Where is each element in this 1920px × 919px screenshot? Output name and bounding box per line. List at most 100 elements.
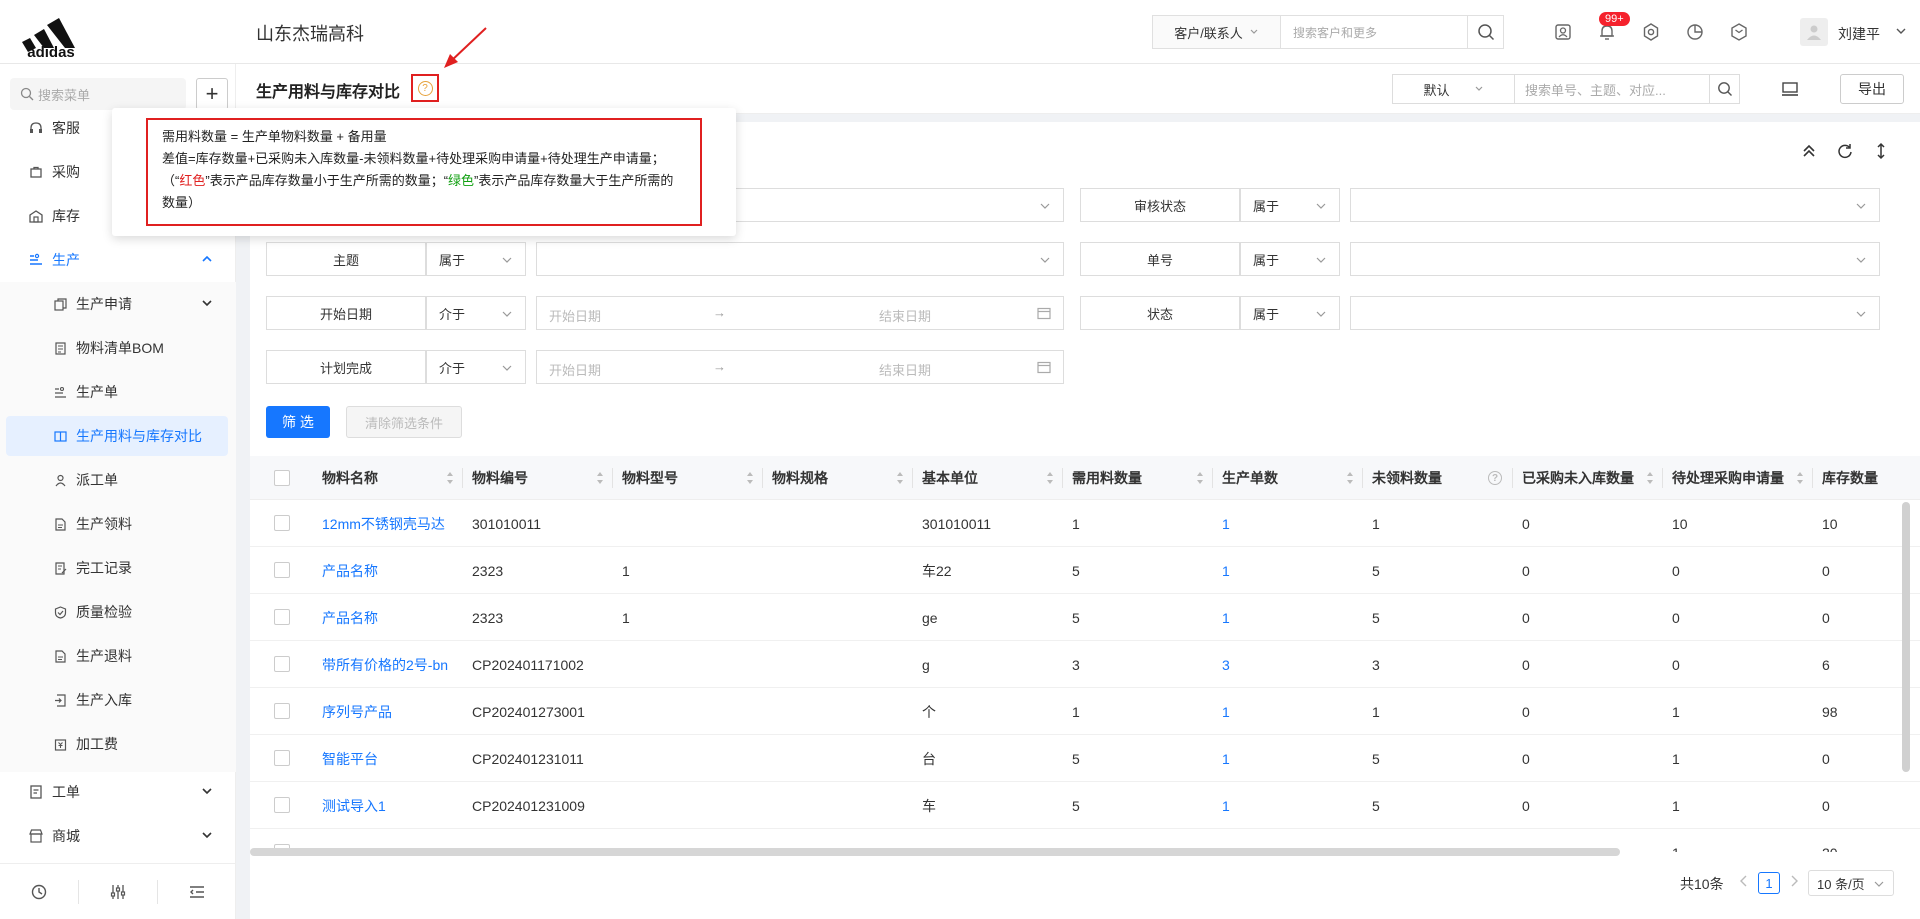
sidebar-item-production[interactable]: 生产 [0,240,236,280]
vertical-scrollbar[interactable] [1902,502,1910,772]
pager-page-current[interactable]: 1 [1758,872,1780,894]
date-range-end[interactable]: 结束日期 [879,360,931,379]
contacts-icon[interactable] [1553,22,1573,42]
order-count-link[interactable]: 1 [1212,688,1362,735]
column-header[interactable]: 基本单位 [912,456,1062,500]
history-button[interactable] [0,880,78,904]
column-header[interactable]: 库存数量 [1812,456,1920,500]
sidebar-item-shop[interactable]: 商城 [0,816,236,856]
column-header[interactable]: 物料编号 [462,456,612,500]
sidebar-subitem-material-stock-compare[interactable]: 生产用料与库存对比 [6,416,228,456]
chevron-right-icon[interactable] [1788,874,1800,888]
pie-chart-icon[interactable] [1685,22,1705,42]
sidebar-subitem-bom[interactable]: 物料清单BOM [0,328,236,368]
material-name-link[interactable]: 12mm不锈钢壳马达 [312,500,462,547]
order-count-link[interactable]: 1 [1212,594,1362,641]
material-name-link[interactable]: 序列号产品 [312,688,462,735]
add-menu-button[interactable]: + [196,78,228,110]
table-row[interactable]: 带所有价格的2号-bn CP202401171002 g 3 3 3 0 0 6 [250,641,1920,688]
sidebar-subitem-production-request[interactable]: 生产申请 [0,284,236,324]
order-count-link[interactable]: 1 [1212,500,1362,547]
material-name-link[interactable]: 产品名称 [312,594,462,641]
table-row[interactable]: 智能平台 CP202401231011 台 5 1 5 0 1 0 [250,735,1920,782]
material-name-link[interactable]: 产品名称 [312,547,462,594]
column-header[interactable]: 需用料数量 [1062,456,1212,500]
monitor-icon[interactable] [1781,80,1799,98]
search-type-select[interactable]: 客户/联系人 [1153,16,1281,48]
filter-subject-value[interactable] [536,242,1064,276]
page-search-button[interactable] [1709,75,1739,103]
sidebar-subitem-production-inbound[interactable]: 生产入库 [0,680,236,720]
order-count-link[interactable]: 1 [1212,735,1362,782]
sidebar-subitem-processing-fee[interactable]: 加工费 [0,724,236,764]
settings-sliders-button[interactable] [78,879,157,904]
chevron-down-icon[interactable] [1894,24,1908,38]
sidebar-subitem-material-picking[interactable]: 生产领料 [0,504,236,544]
adidas-logo[interactable]: adidas [14,8,88,58]
row-checkbox[interactable] [274,515,290,531]
sidebar-subitem-material-return[interactable]: 生产退料 [0,636,236,676]
table-row[interactable]: 产品名称 2323 1 ge 5 1 5 0 0 0 [250,594,1920,641]
global-search-button[interactable] [1467,16,1503,48]
horizontal-scrollbar[interactable] [250,848,1620,856]
column-header[interactable]: 待处理采购申请量 [1662,456,1812,500]
view-select[interactable]: 默认 [1393,75,1515,103]
filter-status-op[interactable]: 属于 [1240,296,1340,330]
filter-planned-finish-range[interactable]: 开始日期 → 结束日期 [536,350,1064,384]
table-row[interactable]: 测试导入1 CP202401231009 车 5 1 5 0 1 0 [250,782,1920,829]
page-search-input[interactable]: 搜索单号、主题、对应... [1515,75,1709,103]
collapse-up-icon[interactable] [1800,142,1818,160]
sidebar-item-ticket[interactable]: 工单 [0,772,236,812]
row-checkbox[interactable] [274,797,290,813]
filter-start-date-range[interactable]: 开始日期 → 结束日期 [536,296,1064,330]
order-count-link[interactable]: 3 [1212,641,1362,688]
help-highlight-box[interactable]: ? [411,74,439,102]
help-icon[interactable]: ? [1488,471,1502,485]
filter-order-no-op[interactable]: 属于 [1240,242,1340,276]
avatar[interactable] [1800,18,1828,46]
filter-status-value[interactable] [1350,296,1880,330]
column-header[interactable]: 已采购未入库数量 [1512,456,1662,500]
gear-icon[interactable] [1641,22,1661,42]
filter-order-no-value[interactable] [1350,242,1880,276]
row-checkbox[interactable] [274,656,290,672]
date-range-start[interactable]: 开始日期 [549,306,601,325]
collapse-sidebar-button[interactable] [157,879,236,904]
column-header[interactable]: 物料型号 [612,456,762,500]
column-header[interactable]: 物料规格 [762,456,912,500]
refresh-icon[interactable] [1836,142,1854,160]
filter-button[interactable]: 筛 选 [266,406,330,438]
row-checkbox[interactable] [274,750,290,766]
material-name-link[interactable]: 带所有价格的2号-bn [312,641,462,688]
table-row[interactable]: 序列号产品 CP202401273001 个 1 1 1 0 1 98 [250,688,1920,735]
row-checkbox[interactable] [274,703,290,719]
global-search-input[interactable]: 搜索客户和更多 [1281,16,1467,48]
sidebar-subitem-completion-record[interactable]: 完工记录 [0,548,236,588]
row-checkbox[interactable] [274,562,290,578]
filter-audit-status-value[interactable] [1350,188,1880,222]
menu-search-input[interactable]: 搜索菜单 [10,78,186,110]
table-row[interactable]: 12mm不锈钢壳马达 301010011 301010011 1 1 1 0 10 10 [250,500,1920,547]
help-icon[interactable]: ? [417,80,433,96]
column-header[interactable]: 物料名称 [312,456,462,500]
select-all-checkbox[interactable] [274,470,290,486]
sidebar-subitem-dispatch[interactable]: 派工单 [0,460,236,500]
clear-filters-button[interactable]: 清除筛选条件 [346,406,462,438]
filter-planned-finish-op[interactable]: 介于 [426,350,526,384]
filter-subject-op[interactable]: 属于 [426,242,526,276]
username[interactable]: 刘建平 [1838,24,1880,44]
order-count-link[interactable]: 1 [1212,782,1362,829]
date-range-end[interactable]: 结束日期 [879,306,931,325]
date-range-start[interactable]: 开始日期 [549,360,601,379]
export-button[interactable]: 导出 [1840,74,1904,104]
sidebar-subitem-quality-inspection[interactable]: 质量检验 [0,592,236,632]
page-size-select[interactable]: 10 条/页 [1808,870,1894,896]
material-name-link[interactable]: 智能平台 [312,735,462,782]
table-row[interactable]: 产品名称 2323 1 车22 5 1 5 0 0 0 [250,547,1920,594]
column-header[interactable]: 生产单数 [1212,456,1362,500]
column-height-icon[interactable] [1872,142,1890,160]
filter-start-date-op[interactable]: 介于 [426,296,526,330]
column-header[interactable]: 未领料数量? [1362,456,1512,500]
chevron-left-icon[interactable] [1738,874,1750,888]
sidebar-subitem-production-order[interactable]: 生产单 [0,372,236,412]
